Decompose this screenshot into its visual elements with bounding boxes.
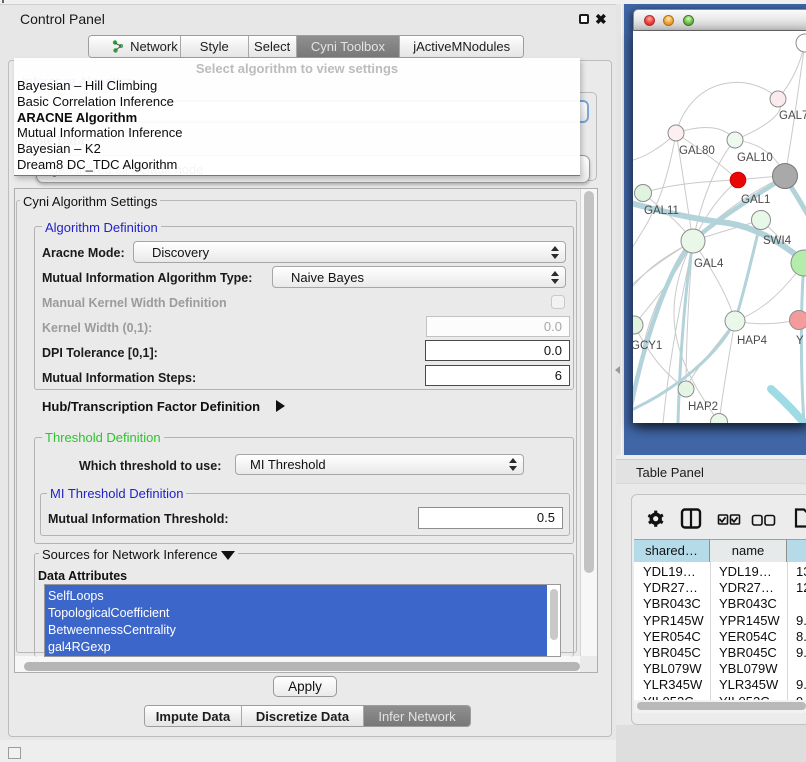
svg-text:GAL10: GAL10 [737,152,773,164]
svg-text:GAL4: GAL4 [694,258,724,270]
svg-text:SWI4: SWI4 [763,235,792,247]
svg-text:HAP2: HAP2 [688,401,718,413]
svg-text:Y: Y [796,335,804,347]
svg-text:HAP4: HAP4 [737,335,768,347]
svg-text:GAL11: GAL11 [644,205,679,217]
svg-text:GAL80: GAL80 [679,145,715,157]
svg-text:GCY1: GCY1 [633,340,662,352]
svg-text:GAL1: GAL1 [741,194,770,206]
svg-text:GAL7: GAL7 [779,110,806,122]
